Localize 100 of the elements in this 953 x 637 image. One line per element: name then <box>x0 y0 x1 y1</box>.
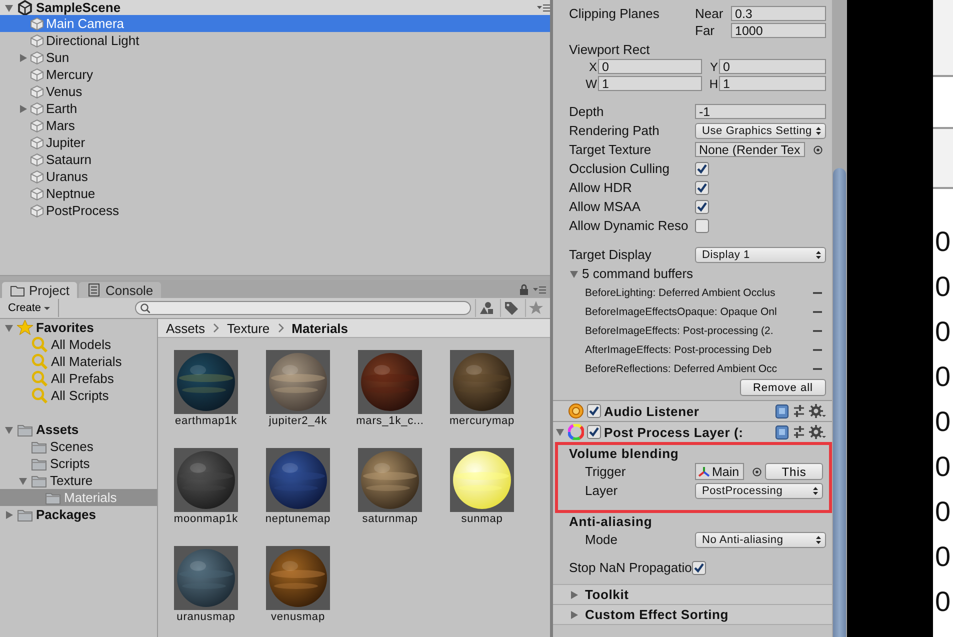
panel-tab[interactable]: Project <box>2 282 78 298</box>
folder-item[interactable]: Texture <box>0 472 157 489</box>
dropdown[interactable]: Use Graphics Setting <box>695 122 826 138</box>
favorite-item[interactable]: All Materials <box>0 353 157 370</box>
number-field[interactable]: 0.3 <box>731 6 826 21</box>
checkbox[interactable] <box>695 162 709 176</box>
number-field[interactable]: 1 <box>598 76 702 91</box>
field-label: Trigger <box>584 464 627 479</box>
object-field[interactable]: Main <box>695 463 744 480</box>
folder-header[interactable]: Packages <box>0 506 157 523</box>
minus-icon[interactable] <box>813 366 822 370</box>
favorite-item[interactable]: All Scripts <box>0 387 157 404</box>
help-icon[interactable] <box>775 424 789 440</box>
hierarchy-item[interactable]: Mercury <box>0 66 550 83</box>
hierarchy-item[interactable]: Directional Light <box>0 32 550 49</box>
expand-arrow-icon[interactable] <box>4 424 14 434</box>
shapes-icon[interactable] <box>478 301 494 315</box>
panel-tab[interactable]: Console <box>79 282 162 298</box>
favorite-item[interactable]: All Prefabs <box>0 370 157 387</box>
hierarchy-item[interactable]: Sun <box>0 49 550 66</box>
checkbox[interactable] <box>695 218 709 232</box>
asset-name[interactable]: earthmap1k <box>174 414 238 428</box>
collapse-arrow-icon[interactable] <box>18 52 28 62</box>
hierarchy-item[interactable]: Venus <box>0 83 550 100</box>
hierarchy-item[interactable]: Earth <box>0 100 550 117</box>
number-field[interactable]: 0 <box>719 59 826 74</box>
dropdown[interactable]: No Anti-aliasing <box>695 532 826 548</box>
foldout-header[interactable]: Toolkit <box>553 584 832 604</box>
tag-icon[interactable] <box>504 300 518 316</box>
preset-icon[interactable] <box>792 404 806 418</box>
minus-icon[interactable] <box>813 348 822 352</box>
settings-icon[interactable] <box>809 404 826 418</box>
favorites-header[interactable]: Favorites <box>0 319 157 336</box>
collapse-arrow-icon[interactable] <box>18 104 28 114</box>
asset-name[interactable]: saturnmap <box>362 512 418 526</box>
field-label: Far <box>695 23 716 38</box>
number-field[interactable]: 1 <box>719 76 826 91</box>
menu-icon[interactable] <box>532 285 546 295</box>
menu-icon[interactable] <box>536 2 550 12</box>
dropdown[interactable]: Display 1 <box>695 246 826 262</box>
hierarchy-item[interactable]: Main Camera <box>0 15 550 32</box>
hierarchy-item[interactable]: Jupiter <box>0 134 550 151</box>
preset-icon[interactable] <box>792 425 806 439</box>
star-icon[interactable] <box>529 301 543 315</box>
checkbox[interactable] <box>695 200 709 214</box>
folder-item[interactable]: Scenes <box>0 438 157 455</box>
asset-name[interactable]: uranusmap <box>176 610 236 624</box>
foldout-header[interactable]: Custom Effect Sorting <box>553 604 832 624</box>
breadcrumb-item[interactable]: Materials <box>292 320 348 336</box>
checkbox[interactable] <box>695 180 709 194</box>
help-icon[interactable] <box>775 404 789 418</box>
object-field[interactable]: None (Render Tex <box>695 142 806 157</box>
this-button[interactable]: This <box>765 463 823 480</box>
search-field[interactable] <box>135 301 471 315</box>
hierarchy-item[interactable]: Mars <box>0 117 550 134</box>
hierarchy-item[interactable]: Uranus <box>0 168 550 185</box>
folder-item[interactable]: Scripts <box>0 455 157 472</box>
asset-name[interactable]: sunmap <box>461 512 503 526</box>
asset-name[interactable]: mercurymap <box>449 414 515 428</box>
expand-arrow-icon[interactable] <box>4 2 14 12</box>
settings-icon[interactable] <box>809 425 826 439</box>
number-field[interactable]: -1 <box>695 104 826 119</box>
number-field[interactable]: 1000 <box>731 23 826 38</box>
checkbox[interactable] <box>692 560 706 574</box>
breadcrumb-item[interactable]: Texture <box>227 320 270 336</box>
dropdown[interactable]: PostProcessing <box>695 482 823 498</box>
breadcrumb-item[interactable]: Assets <box>166 320 206 336</box>
collapse-arrow-icon[interactable] <box>4 510 14 520</box>
asset-name[interactable]: venusmap <box>271 610 325 624</box>
color-wheel-icon <box>568 424 584 440</box>
asset-name[interactable]: jupiter2_4k <box>268 414 328 428</box>
minus-icon[interactable] <box>813 328 822 332</box>
component-header[interactable]: Audio Listener <box>553 400 832 421</box>
asset-name[interactable]: mars_1k_c... <box>356 414 424 428</box>
hierarchy-item[interactable]: Sataurn <box>0 151 550 168</box>
number-field[interactable]: 0 <box>598 59 702 74</box>
hierarchy-item[interactable]: Neptnue <box>0 185 550 202</box>
foldout-label[interactable]: 5 command buffers <box>582 266 694 281</box>
axes-icon <box>698 466 710 477</box>
scrollbar-thumb[interactable] <box>833 168 846 637</box>
expand-arrow-icon[interactable] <box>4 322 14 332</box>
chevron-icon <box>213 323 220 333</box>
minus-icon[interactable] <box>813 310 822 314</box>
remove-all-button[interactable]: Remove all <box>740 379 826 396</box>
asset-name[interactable]: neptunemap <box>265 512 331 526</box>
expand-arrow-icon[interactable] <box>18 476 28 486</box>
favorite-item[interactable]: All Models <box>0 336 157 353</box>
object-picker-icon[interactable] <box>813 144 824 154</box>
checkbox[interactable] <box>587 404 601 418</box>
folder-header[interactable]: Assets <box>0 421 157 438</box>
object-picker-icon[interactable] <box>752 466 762 476</box>
checkbox[interactable] <box>587 425 601 439</box>
field-label: Clipping Planes <box>569 6 660 21</box>
expand-arrow-icon[interactable] <box>569 268 579 278</box>
dropdown-arrow-icon <box>815 250 822 260</box>
minus-icon[interactable] <box>813 290 822 294</box>
expand-arrow-icon[interactable] <box>555 427 565 437</box>
hierarchy-item[interactable]: PostProcess <box>0 202 550 219</box>
lock-icon[interactable] <box>519 284 529 296</box>
asset-name[interactable]: moonmap1k <box>174 512 238 526</box>
